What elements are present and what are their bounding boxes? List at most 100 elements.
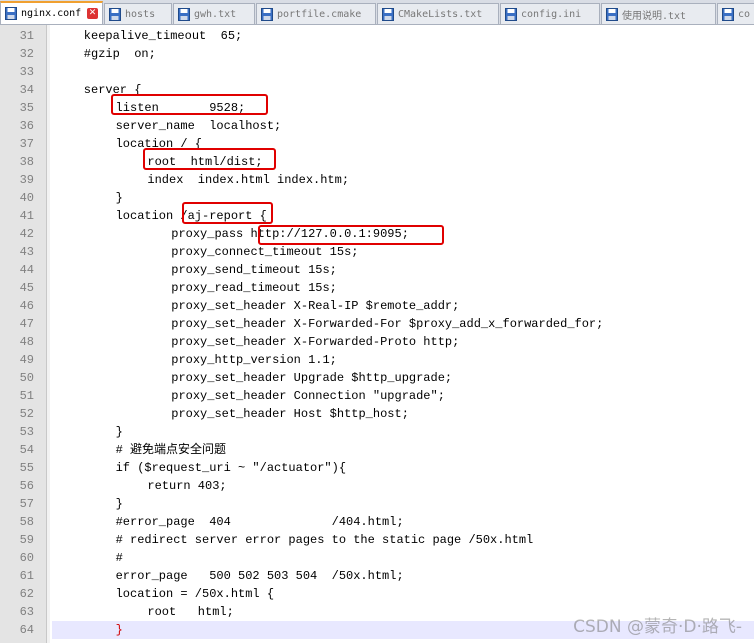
tab-2[interactable]: gwh.txt (173, 3, 255, 24)
line-number: 42 (19, 227, 34, 241)
code-text: proxy_set_header Connection "upgrade"; (171, 389, 445, 403)
tab-4[interactable]: CMakeLists.txt (377, 3, 499, 24)
code-line-area: index index.html index.htm; (52, 171, 754, 189)
code-line: 32 #gzip on; (0, 45, 754, 63)
line-number: 57 (19, 497, 34, 511)
code-line-area: # redirect server error pages to the sta… (52, 531, 754, 549)
code-line: 56 return 403; (0, 477, 754, 495)
line-number: 34 (19, 83, 34, 97)
line-number: 33 (19, 65, 34, 79)
save-file-icon (109, 7, 121, 21)
code-line-area: proxy_connect_timeout 15s; (52, 243, 754, 261)
code-line: 45 proxy_read_timeout 15s; (0, 279, 754, 297)
code-line-area: # (52, 549, 754, 567)
code-text: error_page 500 502 503 504 /50x.html; (115, 569, 404, 583)
code-line: 36 server_name localhost; (0, 117, 754, 135)
code-text: return 403; (147, 479, 227, 493)
tab-7[interactable]: co (717, 3, 754, 24)
code-line-area: proxy_set_header Connection "upgrade"; (52, 387, 754, 405)
code-line: 31 keepalive_timeout 65; (0, 27, 754, 45)
line-number: 39 (19, 173, 34, 187)
code-text: proxy_set_header X-Forwarded-Proto http; (171, 335, 460, 349)
code-line-area (52, 63, 754, 81)
line-number: 50 (19, 371, 34, 385)
code-line: 50 proxy_set_header Upgrade $http_upgrade… (0, 369, 754, 387)
code-text: proxy_set_header Host $http_host; (171, 407, 409, 421)
line-number: 46 (19, 299, 34, 313)
code-line: 47 proxy_set_header X-Forwarded-For $prox… (0, 315, 754, 333)
line-number: 56 (19, 479, 34, 493)
code-line: 46 proxy_set_header X-Real-IP $remote_add… (0, 297, 754, 315)
line-number: 61 (19, 569, 34, 583)
tab-0[interactable]: nginx.conf ✕ (0, 1, 103, 24)
code-line-area: return 403; (52, 477, 754, 495)
code-line: 60 # (0, 549, 754, 567)
code-line: 57} (0, 495, 754, 513)
tab-5[interactable]: config.ini (500, 3, 600, 24)
code-line-area: proxy_set_header Host $http_host; (52, 405, 754, 423)
code-line: 49 proxy_http_version 1.1; (0, 351, 754, 369)
line-number: 40 (19, 191, 34, 205)
save-file-icon (178, 7, 190, 21)
tab-label: gwh.txt (194, 8, 237, 20)
code-line: 61 error_page 500 502 503 504 /50x.html; (0, 567, 754, 585)
code-text: # 避免端点安全问题 (115, 443, 226, 457)
line-number: 38 (19, 155, 34, 169)
code-line-area: proxy_http_version 1.1; (52, 351, 754, 369)
code-line-area: # 避免端点安全问题 (52, 441, 754, 459)
code-text: # redirect server error pages to the sta… (115, 533, 534, 547)
line-number: 63 (19, 605, 34, 619)
line-number: 36 (19, 119, 34, 133)
line-number: 41 (19, 209, 34, 223)
tab-label: portfile.cmake (277, 8, 362, 20)
line-number: 49 (19, 353, 34, 367)
line-number: 35 (19, 101, 34, 115)
save-file-icon (606, 7, 618, 21)
code-text: keepalive_timeout 65; (83, 29, 243, 43)
code-line: 59 # redirect server error pages to the s… (0, 531, 754, 549)
code-line: 43 proxy_connect_timeout 15s; (0, 243, 754, 261)
line-number: 44 (19, 263, 34, 277)
code-text: proxy_set_header X-Real-IP $remote_addr; (171, 299, 460, 313)
tab-6[interactable]: 使用说明.txt (601, 3, 716, 24)
code-line-area: keepalive_timeout 65; (52, 27, 754, 45)
tab-bar: nginx.conf ✕ hosts gwh.txt portfile.cmake CMa… (0, 0, 754, 25)
line-number: 43 (19, 245, 34, 259)
tab-3[interactable]: portfile.cmake (256, 3, 376, 24)
code-line-area: } (52, 423, 754, 441)
line-number: 32 (19, 47, 34, 61)
code-line: 33 (0, 63, 754, 81)
code-line: 41 location /aj-report { (0, 207, 754, 225)
code-line: 40} (0, 189, 754, 207)
line-number: 64 (19, 623, 34, 637)
code-line: 48 proxy_set_header X-Forwarded-Proto htt… (0, 333, 754, 351)
line-number: 53 (19, 425, 34, 439)
close-tab-icon[interactable]: ✕ (87, 8, 98, 19)
tab-label: nginx.conf (21, 8, 82, 19)
code-line: 51 proxy_set_header Connection "upgrade"; (0, 387, 754, 405)
code-text: proxy_send_timeout 15s; (171, 263, 337, 277)
code-editor[interactable]: 31 keepalive_timeout 65; 32 #gzip on; 33 34 se… (0, 25, 754, 643)
code-text: proxy_set_header X-Forwarded-For $proxy_… (171, 317, 604, 331)
highlight-listen (111, 94, 268, 115)
highlight-location-aj-report (182, 202, 273, 224)
code-line: 37 location / { (0, 135, 754, 153)
code-line: 38 root html/dist; (0, 153, 754, 171)
code-line: 52 proxy_set_header Host $http_host; (0, 405, 754, 423)
code-line-area: } (52, 189, 754, 207)
tab-label: 使用说明.txt (622, 10, 687, 22)
code-text: proxy_read_timeout 15s; (171, 281, 337, 295)
line-number: 47 (19, 317, 34, 331)
code-line: 44 proxy_send_timeout 15s; (0, 261, 754, 279)
tab-1[interactable]: hosts (104, 3, 172, 24)
code-text: } (115, 191, 123, 205)
code-line: 55 if ($request_uri ~ "/actuator"){ (0, 459, 754, 477)
line-number: 51 (19, 389, 34, 403)
code-text: #error_page 404 /404.html; (115, 515, 404, 529)
code-line-area: error_page 500 502 503 504 /50x.html; (52, 567, 754, 585)
save-file-icon (722, 7, 734, 21)
watermark: CSDN @蒙奇·D·路飞- (573, 617, 742, 637)
line-number: 58 (19, 515, 34, 529)
highlight-proxy-pass-url (258, 225, 444, 245)
save-file-icon (505, 7, 517, 21)
